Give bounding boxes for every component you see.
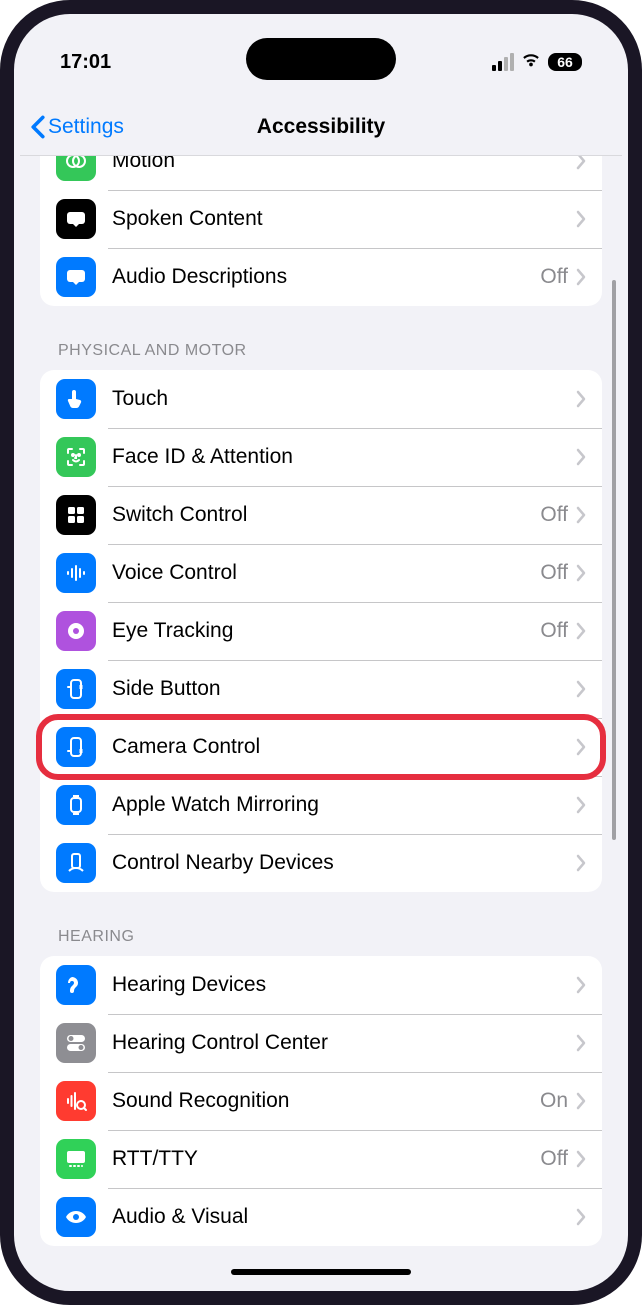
physical-row-voice-control[interactable]: Voice ControlOff: [40, 544, 602, 602]
touch-icon: [56, 379, 96, 419]
row-label: Hearing Devices: [112, 973, 576, 997]
screen: 17:01 66 Settings Accessibility Motion: [20, 20, 622, 1285]
nav-bar: Settings Accessibility: [20, 98, 622, 156]
physical-motor-group: PHYSICAL AND MOTOR Touch Face ID & Attent…: [40, 342, 602, 892]
physical-row-side-button[interactable]: Side Button: [40, 660, 602, 718]
scroll-indicator[interactable]: [612, 280, 616, 840]
hearing-rows: Hearing Devices Hearing Control Center Sou…: [40, 956, 602, 1246]
chevron-right-icon: [576, 390, 586, 408]
chevron-right-icon: [576, 156, 586, 170]
rtt-tty-icon: [56, 1139, 96, 1179]
settings-content[interactable]: MotionSpoken ContentAudio DescriptionsOf…: [20, 156, 622, 1285]
chevron-right-icon: [576, 1034, 586, 1052]
chevron-right-icon: [576, 210, 586, 228]
physical-row-eye-tracking[interactable]: Eye TrackingOff: [40, 602, 602, 660]
hearing-group: HEARING Hearing Devices Hearing Control C…: [40, 928, 602, 1246]
battery-level: 66: [548, 53, 582, 71]
row-value: Off: [540, 1147, 568, 1171]
vision-group: Motion Spoken Content Audio DescriptionsOf…: [40, 156, 602, 306]
row-label: Face ID & Attention: [112, 445, 576, 469]
chevron-right-icon: [576, 854, 586, 872]
hearing-header: HEARING: [40, 928, 602, 956]
row-label: Switch Control: [112, 503, 540, 527]
row-label: Spoken Content: [112, 207, 576, 231]
hearing-row-rtt-tty[interactable]: RTT/TTYOff: [40, 1130, 602, 1188]
physical-motor-header: PHYSICAL AND MOTOR: [40, 342, 602, 370]
chevron-right-icon: [576, 1092, 586, 1110]
row-label: Eye Tracking: [112, 619, 540, 643]
row-label: Motion: [112, 156, 576, 173]
home-indicator[interactable]: [231, 1269, 411, 1275]
eye-tracking-icon: [56, 611, 96, 651]
spoken-content-icon: [56, 199, 96, 239]
hearing-row-sound-recognition[interactable]: Sound RecognitionOn: [40, 1072, 602, 1130]
row-label: RTT/TTY: [112, 1147, 540, 1171]
chevron-right-icon: [576, 268, 586, 286]
physical-row-switch-control[interactable]: Switch ControlOff: [40, 486, 602, 544]
page-title: Accessibility: [257, 115, 385, 139]
chevron-right-icon: [576, 680, 586, 698]
back-button[interactable]: Settings: [30, 115, 124, 139]
side-button-icon: [56, 669, 96, 709]
row-value: Off: [540, 503, 568, 527]
vision-row-audio-descriptions[interactable]: Audio DescriptionsOff: [40, 248, 602, 306]
row-label: Apple Watch Mirroring: [112, 793, 576, 817]
physical-row-camera-control[interactable]: Camera Control: [40, 718, 602, 776]
chevron-right-icon: [576, 976, 586, 994]
watch-mirroring-icon: [56, 785, 96, 825]
row-value: On: [540, 1089, 568, 1113]
faceid-icon: [56, 437, 96, 477]
row-label: Sound Recognition: [112, 1089, 540, 1113]
vision-row-spoken-content[interactable]: Spoken Content: [40, 190, 602, 248]
cellular-signal-icon: [492, 53, 514, 71]
status-time: 17:01: [60, 51, 111, 74]
physical-row-touch[interactable]: Touch: [40, 370, 602, 428]
chevron-right-icon: [576, 622, 586, 640]
audio-visual-icon: [56, 1197, 96, 1237]
hearing-row-hearing-devices[interactable]: Hearing Devices: [40, 956, 602, 1014]
chevron-right-icon: [576, 564, 586, 582]
row-value: Off: [540, 265, 568, 289]
hearing-control-icon: [56, 1023, 96, 1063]
physical-row-apple-watch-mirroring[interactable]: Apple Watch Mirroring: [40, 776, 602, 834]
vision-rows: Motion Spoken Content Audio DescriptionsOf…: [40, 156, 602, 306]
row-label: Side Button: [112, 677, 576, 701]
voice-control-icon: [56, 553, 96, 593]
chevron-right-icon: [576, 1150, 586, 1168]
nearby-devices-icon: [56, 843, 96, 883]
chevron-right-icon: [576, 448, 586, 466]
vision-row-motion[interactable]: Motion: [40, 156, 602, 190]
motion-icon: [56, 156, 96, 181]
dynamic-island: [246, 38, 396, 80]
row-value: Off: [540, 619, 568, 643]
back-label: Settings: [48, 115, 124, 139]
chevron-right-icon: [576, 796, 586, 814]
chevron-right-icon: [576, 1208, 586, 1226]
sound-recognition-icon: [56, 1081, 96, 1121]
physical-motor-rows: TouchFace ID & AttentionSwitch ControlOf…: [40, 370, 602, 892]
row-label: Control Nearby Devices: [112, 851, 576, 875]
status-right: 66: [492, 48, 582, 76]
hearing-devices-icon: [56, 965, 96, 1005]
physical-row-control-nearby-devices[interactable]: Control Nearby Devices: [40, 834, 602, 892]
chevron-right-icon: [576, 506, 586, 524]
row-label: Touch: [112, 387, 576, 411]
row-label: Audio & Visual: [112, 1205, 576, 1229]
wifi-icon: [520, 48, 542, 76]
row-label: Camera Control: [112, 735, 576, 759]
row-value: Off: [540, 561, 568, 585]
audio-descriptions-icon: [56, 257, 96, 297]
row-label: Hearing Control Center: [112, 1031, 576, 1055]
row-label: Audio Descriptions: [112, 265, 540, 289]
phone-frame: 17:01 66 Settings Accessibility Motion: [0, 0, 642, 1305]
switch-control-icon: [56, 495, 96, 535]
physical-row-face-id-attention[interactable]: Face ID & Attention: [40, 428, 602, 486]
row-label: Voice Control: [112, 561, 540, 585]
hearing-row-hearing-control-center[interactable]: Hearing Control Center: [40, 1014, 602, 1072]
camera-control-icon: [56, 727, 96, 767]
hearing-row-audio-visual[interactable]: Audio & Visual: [40, 1188, 602, 1246]
chevron-right-icon: [576, 738, 586, 756]
